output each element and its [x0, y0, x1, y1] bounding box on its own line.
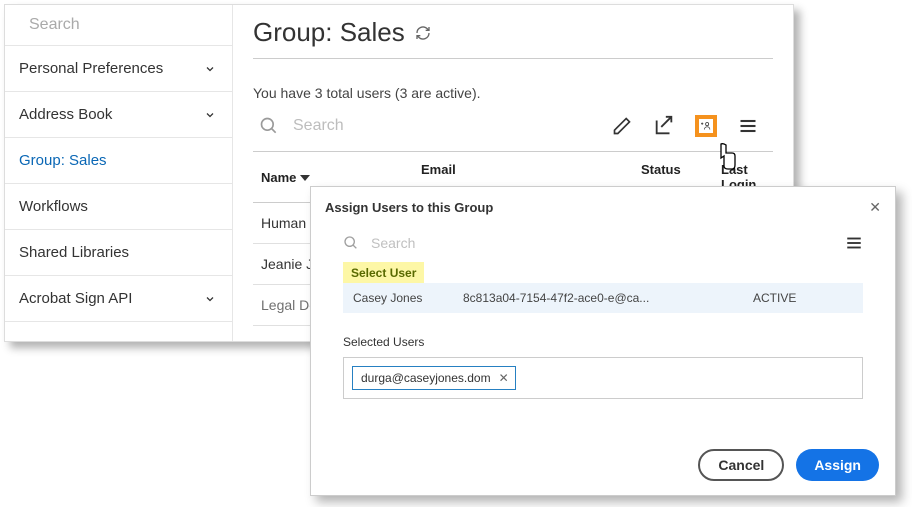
candidate-name: Casey Jones: [353, 291, 463, 305]
modal-more-button[interactable]: [845, 234, 863, 252]
modal-search[interactable]: [343, 234, 559, 252]
sidebar-search[interactable]: [5, 5, 232, 46]
more-options-button[interactable]: [737, 115, 759, 137]
nav-workflows[interactable]: Workflows: [5, 184, 232, 230]
nav-label: Group: Sales: [19, 152, 107, 169]
modal-search-input[interactable]: [359, 234, 559, 252]
export-button[interactable]: [653, 115, 675, 137]
nav-label: Personal Preferences: [19, 60, 163, 77]
assign-button[interactable]: Assign: [796, 449, 879, 481]
nav-acrobat-sign-api[interactable]: Acrobat Sign API: [5, 276, 232, 322]
select-user-header: Select User: [343, 262, 424, 283]
user-chip[interactable]: durga@caseyjones.dom ✕: [352, 366, 516, 390]
sidebar-search-input[interactable]: [19, 15, 238, 35]
nav-address-book[interactable]: Address Book: [5, 92, 232, 138]
candidate-status: ACTIVE: [753, 291, 853, 305]
sort-asc-icon: [300, 172, 310, 182]
user-count-text: You have 3 total users (3 are active).: [253, 59, 773, 109]
modal-close-button[interactable]: ✕: [869, 199, 881, 216]
search-icon: [343, 235, 359, 251]
hamburger-icon: [845, 234, 863, 252]
chevron-down-icon: [204, 293, 216, 305]
toolbar: [253, 109, 773, 151]
nav-label: Address Book: [19, 106, 112, 123]
toolbar-search[interactable]: [259, 116, 611, 136]
refresh-icon[interactable]: [415, 25, 431, 41]
title-row: Group: Sales: [253, 11, 773, 59]
add-users-button[interactable]: [695, 115, 717, 137]
add-user-icon: [701, 115, 711, 137]
assign-users-modal: Assign Users to this Group ✕ Select User…: [310, 186, 896, 496]
candidate-row[interactable]: Casey Jones 8c813a04-7154-47f2-ace0-e@ca…: [343, 283, 863, 313]
nav-label: Shared Libraries: [19, 244, 129, 261]
chevron-down-icon: [204, 63, 216, 75]
selected-users-label: Selected Users: [343, 313, 863, 357]
chevron-down-icon: [204, 109, 216, 121]
nav-shared-libraries[interactable]: Shared Libraries: [5, 230, 232, 276]
chip-text: durga@caseyjones.dom: [361, 371, 491, 385]
search-icon: [259, 116, 279, 136]
sidebar: Personal Preferences Address Book Group:…: [5, 5, 233, 341]
remove-chip-icon[interactable]: ✕: [499, 371, 509, 385]
nav-personal-preferences[interactable]: Personal Preferences: [5, 46, 232, 92]
toolbar-search-input[interactable]: [279, 116, 499, 136]
selected-users-box[interactable]: durga@caseyjones.dom ✕: [343, 357, 863, 399]
page-title: Group: Sales: [253, 17, 405, 48]
export-icon: [653, 115, 675, 137]
nav-label: Workflows: [19, 198, 88, 215]
edit-button[interactable]: [611, 115, 633, 137]
nav-group-sales[interactable]: Group: Sales: [5, 138, 232, 184]
pencil-icon: [612, 116, 632, 136]
candidate-email: 8c813a04-7154-47f2-ace0-e@ca...: [463, 291, 753, 305]
modal-title: Assign Users to this Group: [325, 200, 493, 215]
cancel-button[interactable]: Cancel: [698, 449, 784, 481]
hamburger-icon: [738, 116, 758, 136]
nav-label: Acrobat Sign API: [19, 290, 132, 307]
